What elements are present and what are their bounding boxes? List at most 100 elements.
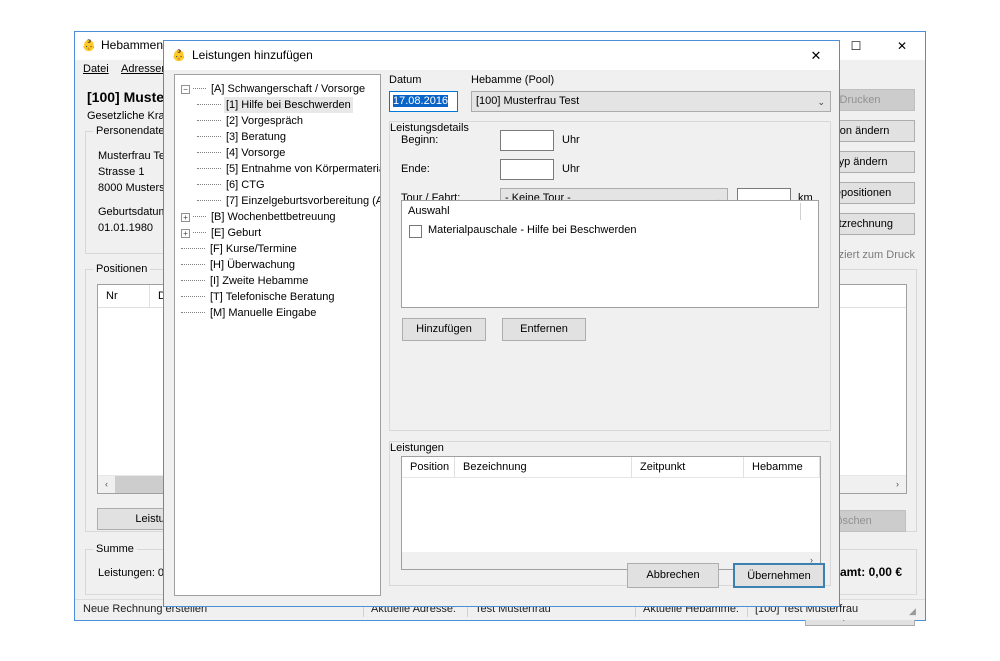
datum-label: Datum [389,74,422,86]
screen: 👶 Hebammen – ☐ ✕ Datei Adressen [100] Mu… [0,0,1000,661]
tree-connector-icon [193,88,206,90]
dialog-close-icon[interactable]: ✕ [793,41,839,70]
chevron-down-icon: ⌄ [817,97,825,107]
tree-node-label: [H] Überwachung [210,259,295,271]
print-note: ziert zum Druck [838,249,915,261]
person-name: Musterfrau Tes [98,150,171,162]
main-window-title: Hebammen [101,38,164,52]
positionen-legend: Positionen [93,263,151,275]
tree-node[interactable]: [1] Hilfe bei Beschwerden [181,97,380,113]
auswahl-column-divider [800,203,801,220]
tree-node[interactable]: [2] Vorgespräch [181,113,380,129]
datum-input[interactable]: 17.08.2016 [389,91,458,112]
ende-unit: Uhr [562,163,580,175]
tree-node-label: [T] Telefonische Beratung [210,291,335,303]
ende-input[interactable] [500,159,554,180]
leistungen-hinzufuegen-dialog: 👶 Leistungen hinzufügen ✕ − [A] Schwanger… [163,40,840,607]
tree-node[interactable]: [I] Zweite Hebamme [181,273,380,289]
tree-node-label: [7] Einzelgeburtsvorbereitung (Attest) [226,195,380,207]
tree-node-label: [E] Geburt [211,227,262,239]
tree-connector-icon [197,152,221,154]
tree-node[interactable]: [3] Beratung [181,129,380,145]
tree-node-label: [2] Vorgespräch [226,115,304,127]
tree-connector-icon [197,200,221,202]
app-icon: 👶 [82,40,96,52]
tree-connector-icon [193,232,206,234]
tree-node[interactable]: − [A] Schwangerschaft / Vorsorge [181,81,380,97]
col-position[interactable]: Position [402,457,455,477]
tree-node[interactable]: [T] Telefonische Beratung [181,289,380,305]
scroll-right-icon[interactable]: › [889,476,906,493]
dialog-titlebar[interactable]: 👶 Leistungen hinzufügen ✕ [164,41,839,70]
person-birthdate-value: 01.01.1980 [98,222,154,234]
hinzufuegen-button[interactable]: Hinzufügen [402,318,486,341]
leistungsdetails-legend: Leistungsdetails [390,122,469,134]
leistungs-tree[interactable]: − [A] Schwangerschaft / Vorsorge [1] Hilfe… [174,74,381,596]
menu-adressen[interactable]: Adressen [121,63,167,75]
beginn-input[interactable] [500,130,554,151]
leistungen-legend: Leistungen [390,442,444,454]
tree-node-label: [5] Entnahme von Körpermaterial [226,163,381,175]
tree-connector-icon [197,184,221,186]
hebamme-label: Hebamme (Pool) [471,74,555,86]
tree-node[interactable]: [5] Entnahme von Körpermaterial [181,161,380,177]
col-hebamme[interactable]: Hebamme [744,457,820,477]
expand-icon[interactable]: + [181,228,190,238]
tree-connector-icon [197,104,221,106]
tree-node-label: [6] CTG [226,179,265,191]
tree-connector-icon [193,216,206,218]
customer-headline: [100] Muste [87,89,165,105]
personendaten-legend: Personendaten [93,125,174,137]
tree-connector-icon [181,264,205,266]
app-icon: 👶 [172,50,186,62]
tree-body: − [A] Schwangerschaft / Vorsorge [1] Hilfe… [175,75,380,321]
summe-leistungen: Leistungen: 0,0 [98,567,174,579]
hebamme-pool-combo[interactable]: [100] Musterfrau Test ⌄ [471,91,831,112]
person-street: Strasse 1 [98,166,145,178]
hebamme-pool-value: [100] Musterfrau Test [476,95,580,107]
tree-node[interactable]: [M] Manuelle Eingabe [181,305,380,321]
auswahl-list[interactable]: Auswahl Materialpauschale - Hilfe bei Be… [401,200,819,308]
col-zeitpunkt[interactable]: Zeitpunkt [632,457,744,477]
tree-node-label: [A] Schwangerschaft / Vorsorge [211,83,366,95]
leistungen-header: Position Bezeichnung Zeitpunkt Hebamme [402,457,820,478]
auswahl-title: Auswahl [408,205,450,217]
col-nr[interactable]: Nr [98,285,150,307]
expand-icon[interactable]: + [181,212,190,222]
abbrechen-button[interactable]: Abbrechen [627,563,719,588]
tree-node[interactable]: [6] CTG [181,177,380,193]
tree-node-label: [4] Vorsorge [226,147,286,159]
tree-connector-icon [197,120,221,122]
materialpauschale-checkbox[interactable] [409,225,422,238]
tree-connector-icon [197,168,221,170]
tree-node[interactable]: + [E] Geburt [181,225,380,241]
beginn-unit: Uhr [562,134,580,146]
col-bezeichnung[interactable]: Bezeichnung [455,457,632,477]
person-birthdate-label: Geburtsdatum: [98,206,171,218]
tree-node[interactable]: + [B] Wochenbettbetreuung [181,209,380,225]
entfernen-button[interactable]: Entfernen [502,318,586,341]
beginn-label: Beginn: [401,134,439,146]
tree-connector-icon [181,312,205,314]
menu-datei[interactable]: Datei [83,63,109,75]
summe-legend: Summe [93,543,137,555]
tree-node[interactable]: [H] Überwachung [181,257,380,273]
tree-node-label: [M] Manuelle Eingabe [210,307,317,319]
tree-node[interactable]: [F] Kurse/Termine [181,241,380,257]
materialpauschale-label: Materialpauschale - Hilfe bei Beschwerde… [428,224,637,236]
dialog-title: Leistungen hinzufügen [192,48,313,62]
tree-connector-icon [181,280,205,282]
resize-grip-icon[interactable]: ◢ [909,605,921,617]
scroll-left-icon[interactable]: ‹ [98,476,115,493]
tree-node-label: [B] Wochenbettbetreuung [211,211,336,223]
tree-node-label: [1] Hilfe bei Beschwerden [224,97,353,113]
close-button[interactable]: ✕ [879,32,925,60]
tree-node[interactable]: [4] Vorsorge [181,145,380,161]
leistungen-list[interactable]: Position Bezeichnung Zeitpunkt Hebamme › [401,456,821,570]
tree-node-label: [3] Beratung [226,131,286,143]
uebernehmen-button[interactable]: Übernehmen [733,563,825,588]
collapse-icon[interactable]: − [181,84,190,94]
ende-label: Ende: [401,163,430,175]
tree-connector-icon [181,248,205,250]
tree-node[interactable]: [7] Einzelgeburtsvorbereitung (Attest) [181,193,380,209]
